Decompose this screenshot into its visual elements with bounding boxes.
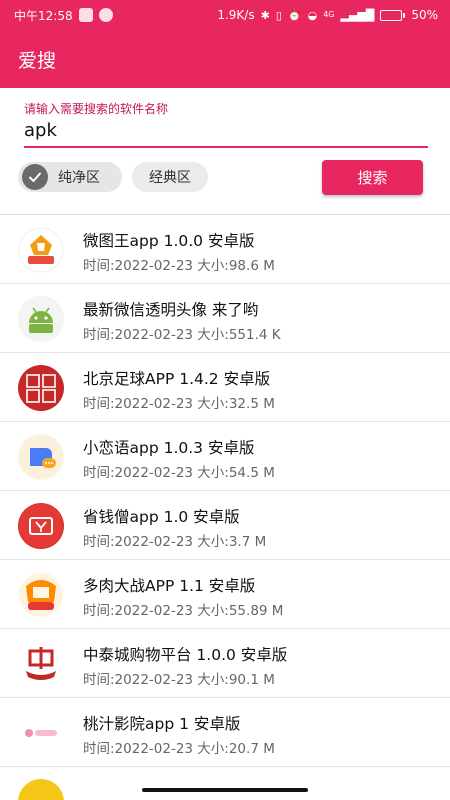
app-bar: 爱搜 [0, 30, 450, 88]
zhongtai-icon [18, 641, 64, 687]
alarm-icon: ⏰ [287, 8, 302, 22]
list-item-partial[interactable] [0, 767, 450, 800]
status-bar: 中午12:58 1.9K/s ✱ ▯ ⏰ ◒ 4G ▂▄▆█ 50% [0, 0, 450, 30]
notification-app-icon [78, 8, 93, 22]
list-item[interactable]: 最新微信透明头像 来了哟 时间:2022-02-23 大小:551.4 K [0, 284, 450, 353]
app-meta: 时间:2022-02-23 大小:54.5 M [83, 465, 275, 481]
app-list: 微图王app 1.0.0 安卓版 时间:2022-02-23 大小:98.6 M… [0, 215, 450, 800]
filter-chip-classic[interactable]: 经典区 [132, 162, 208, 192]
app-meta: 时间:2022-02-23 大小:98.6 M [83, 258, 275, 274]
app-meta: 时间:2022-02-23 大小:90.1 M [83, 672, 275, 688]
list-item[interactable]: 桃汁影院app 1 安卓版 时间:2022-02-23 大小:20.7 M [0, 698, 450, 767]
app-title: 小恋语app 1.0.3 安卓版 [83, 439, 255, 457]
search-button-label: 搜索 [357, 169, 388, 187]
status-time: 中午12:58 [14, 8, 73, 23]
plant-war-icon [18, 572, 64, 618]
app-meta: 时间:2022-02-23 大小:3.7 M [83, 534, 267, 550]
app-title: 省钱僧app 1.0 安卓版 [83, 508, 240, 526]
app-title: 多肉大战APP 1.1 安卓版 [83, 577, 256, 595]
battery-icon [380, 9, 406, 21]
app-title: 北京足球APP 1.4.2 安卓版 [83, 370, 271, 388]
chat-bubble-icon [18, 434, 64, 480]
search-input[interactable] [24, 118, 428, 148]
beijing-football-icon [18, 365, 64, 411]
app-meta: 时间:2022-02-23 大小:20.7 M [83, 741, 275, 757]
wifi-icon: ◒ [307, 8, 318, 22]
bluetooth-icon: ✱ [260, 8, 270, 22]
filter-chip-classic-label: 经典区 [149, 170, 191, 186]
app-icon-partial [18, 779, 64, 800]
app-title: 爱搜 [18, 49, 57, 72]
app-meta: 时间:2022-02-23 大小:551.4 K [83, 327, 281, 343]
filter-chip-pure-label: 纯净区 [58, 170, 100, 186]
android-icon [18, 296, 64, 342]
list-item[interactable]: 中泰城购物平台 1.0.0 安卓版 时间:2022-02-23 大小:90.1 … [0, 629, 450, 698]
network-type: 4G [323, 10, 335, 19]
list-item[interactable]: 多肉大战APP 1.1 安卓版 时间:2022-02-23 大小:55.89 M [0, 560, 450, 629]
app-title: 中泰城购物平台 1.0.0 安卓版 [83, 646, 288, 664]
weituwang-icon [18, 227, 64, 273]
list-item[interactable]: 小恋语app 1.0.3 安卓版 时间:2022-02-23 大小:54.5 M [0, 422, 450, 491]
app-title: 最新微信透明头像 来了哟 [83, 301, 259, 319]
status-right: 1.9K/s ✱ ▯ ⏰ ◒ 4G ▂▄▆█ 50% [217, 8, 438, 22]
list-item[interactable]: 北京足球APP 1.4.2 安卓版 时间:2022-02-23 大小:32.5 … [0, 353, 450, 422]
coupon-icon [18, 503, 64, 549]
peach-cinema-icon [18, 710, 64, 756]
gesture-bar[interactable] [142, 788, 308, 792]
vibrate-icon: ▯ [275, 8, 282, 22]
search-button[interactable]: 搜索 [322, 160, 423, 195]
check-icon [22, 164, 48, 190]
list-item[interactable]: 省钱僧app 1.0 安卓版 时间:2022-02-23 大小:3.7 M [0, 491, 450, 560]
list-item[interactable]: 微图王app 1.0.0 安卓版 时间:2022-02-23 大小:98.6 M [0, 215, 450, 284]
filter-chip-pure[interactable]: 纯净区 [18, 162, 122, 192]
app-title: 桃汁影院app 1 安卓版 [83, 715, 241, 733]
app-meta: 时间:2022-02-23 大小:32.5 M [83, 396, 275, 412]
app-meta: 时间:2022-02-23 大小:55.89 M [83, 603, 284, 619]
app-title: 微图王app 1.0.0 安卓版 [83, 232, 255, 250]
signal-icon: ▂▄▆█ [340, 8, 375, 22]
search-label: 请输入需要搜索的软件名称 [24, 102, 169, 116]
battery-percent: 50% [411, 8, 438, 22]
network-speed: 1.9K/s [217, 8, 255, 22]
notification-app-icon-2 [98, 8, 113, 22]
status-left: 中午12:58 [14, 7, 113, 24]
